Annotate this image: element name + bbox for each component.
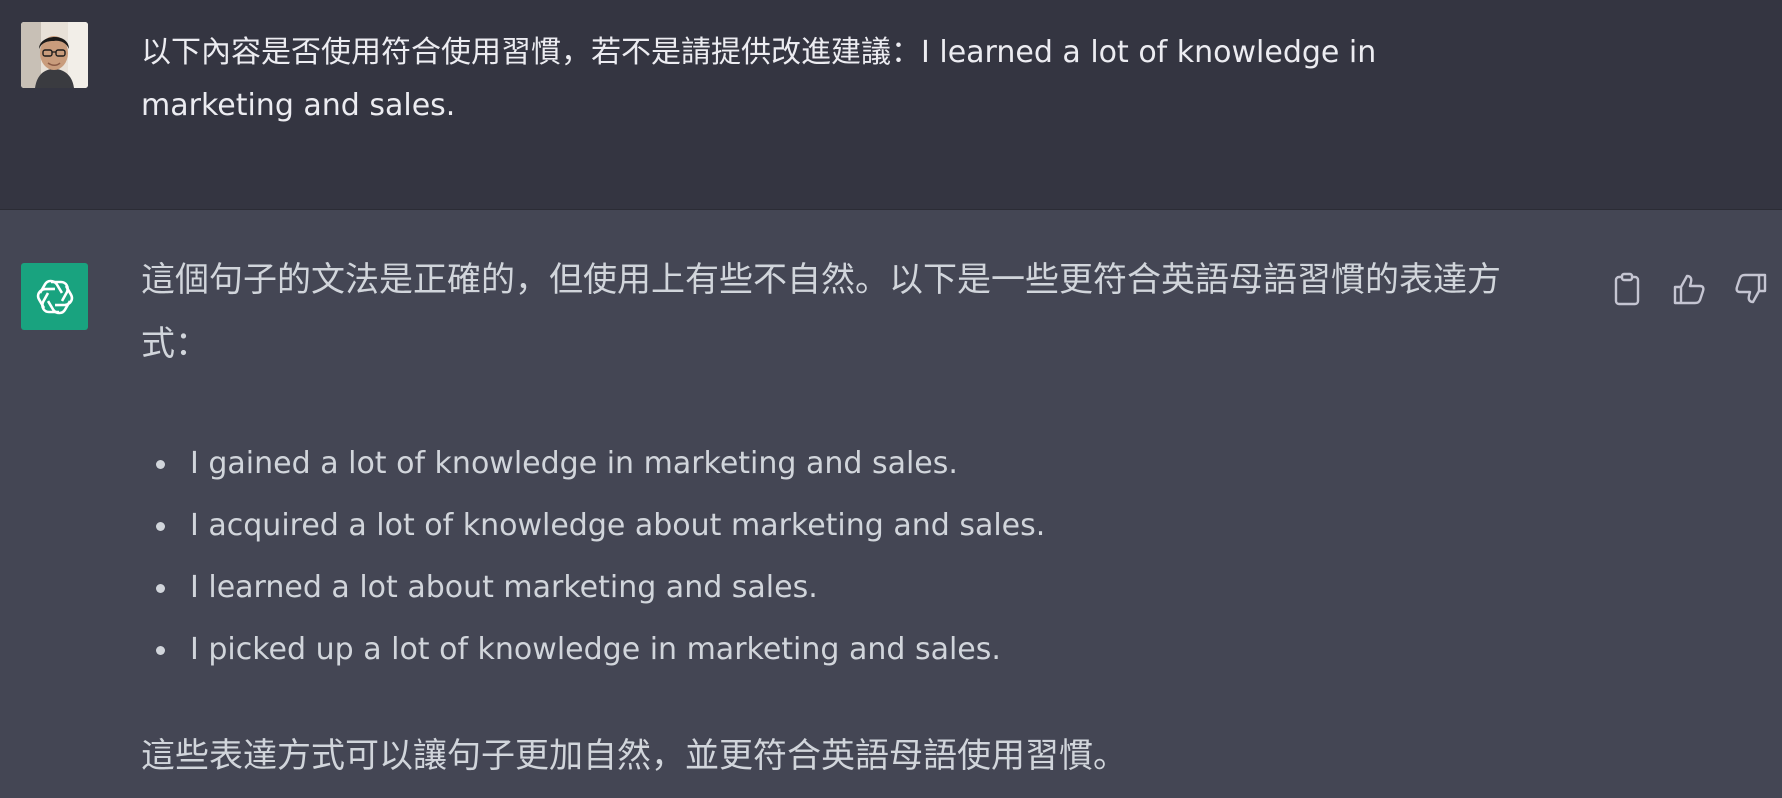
list-item: I acquired a lot of knowledge about mark…	[141, 495, 1441, 557]
suggestion-text: I acquired a lot of knowledge about mark…	[190, 508, 1046, 543]
assistant-intro-text: 這個句子的文法是正確的，但使用上有些不自然。以下是一些更符合英語母語習慣的表達方…	[141, 248, 1571, 376]
suggestion-text: I gained a lot of knowledge in marketing…	[190, 446, 958, 481]
thumbs-down-icon	[1735, 273, 1767, 304]
suggestion-text: I picked up a lot of knowledge in market…	[190, 632, 1001, 667]
assistant-outro-text: 這些表達方式可以讓句子更加自然，並更符合英語母語使用習慣。	[141, 736, 1127, 776]
chat-page: 以下內容是否使用符合使用習慣，若不是請提供改進建議：I learned a lo…	[0, 0, 1782, 798]
assistant-intro-line: 這個句子的文法是正確的，但使用上有些不自然。以下是一些更符合英語母語習慣的表達方	[141, 260, 1501, 300]
list-item: I gained a lot of knowledge in marketing…	[141, 433, 1441, 495]
clipboard-icon	[1614, 272, 1640, 306]
thumbs-up-icon	[1673, 274, 1705, 305]
user-message-row: 以下內容是否使用符合使用習慣，若不是請提供改進建議：I learned a lo…	[0, 0, 1782, 210]
thumbs-down-button[interactable]	[1734, 272, 1768, 306]
user-message-line: marketing and sales.	[141, 88, 456, 123]
user-message-text: 以下內容是否使用符合使用習慣，若不是請提供改進建議：I learned a lo…	[141, 26, 1551, 132]
bullet-icon	[156, 646, 165, 655]
list-item: I picked up a lot of knowledge in market…	[141, 619, 1441, 681]
bullet-icon	[156, 460, 165, 469]
thumbs-up-button[interactable]	[1672, 272, 1706, 306]
user-message-line: 以下內容是否使用符合使用習慣，若不是請提供改進建議：I learned a lo…	[141, 35, 1377, 70]
assistant-message-row: 這個句子的文法是正確的，但使用上有些不自然。以下是一些更符合英語母語習慣的表達方…	[0, 210, 1782, 798]
user-avatar-image	[21, 22, 88, 88]
message-actions	[1610, 272, 1768, 306]
copy-button[interactable]	[1610, 272, 1644, 306]
bullet-icon	[156, 522, 165, 531]
list-item: I learned a lot about marketing and sale…	[141, 557, 1441, 619]
assistant-intro-line: 式：	[141, 324, 209, 364]
suggestion-text: I learned a lot about marketing and sale…	[190, 570, 818, 605]
user-avatar	[21, 22, 88, 88]
bullet-icon	[156, 584, 165, 593]
openai-logo-svg	[36, 279, 73, 314]
suggestion-list: I gained a lot of knowledge in marketing…	[141, 433, 1441, 681]
openai-logo-icon	[21, 263, 88, 330]
